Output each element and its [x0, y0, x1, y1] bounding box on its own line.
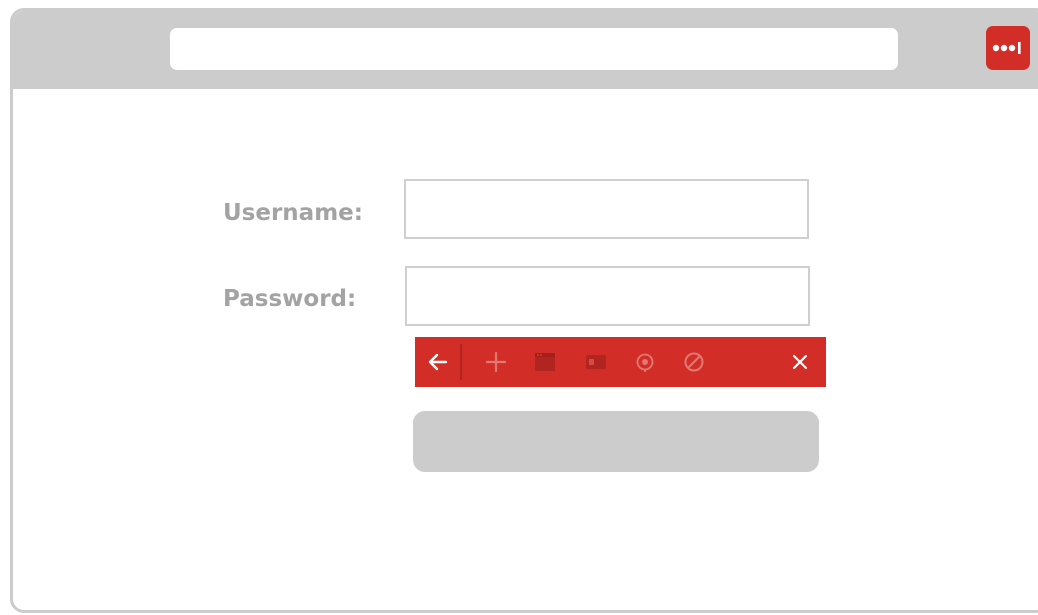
card-button[interactable]	[579, 337, 613, 387]
site-button[interactable]	[528, 337, 562, 387]
add-icon	[485, 351, 507, 373]
browser-toolbar	[13, 11, 1038, 89]
back-arrow-icon	[428, 353, 447, 371]
submit-button[interactable]	[413, 411, 819, 472]
browser-window: Username: Password:	[10, 8, 1038, 613]
toolbar-divider	[460, 344, 462, 380]
password-manager-dots-icon	[992, 42, 1021, 54]
never-icon	[684, 352, 704, 372]
back-button[interactable]	[415, 337, 460, 387]
generate-password-button[interactable]	[628, 337, 662, 387]
close-button[interactable]	[783, 337, 817, 387]
password-manager-popup-toolbar	[415, 337, 826, 387]
add-button[interactable]	[479, 337, 513, 387]
site-icon	[535, 353, 555, 371]
card-icon	[586, 355, 606, 369]
never-button[interactable]	[677, 337, 711, 387]
password-manager-extension-button[interactable]	[986, 26, 1030, 70]
generate-password-icon	[636, 353, 654, 372]
password-input[interactable]	[405, 266, 810, 326]
username-label: Username:	[223, 200, 363, 226]
close-icon	[792, 354, 808, 370]
address-bar[interactable]	[170, 28, 898, 70]
password-label: Password:	[223, 286, 357, 312]
username-input[interactable]	[404, 179, 809, 239]
